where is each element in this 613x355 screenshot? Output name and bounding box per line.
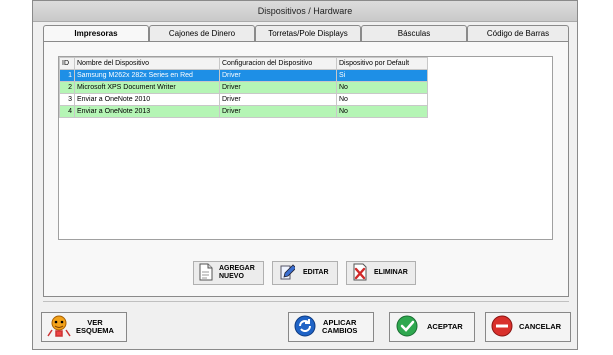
aceptar-label: ACEPTAR [427,322,463,331]
tab-codigo-de-barras[interactable]: Código de Barras [467,25,569,41]
ver-label-line2: ESQUEMA [76,326,114,335]
tab-torretas-pole-displays[interactable]: Torretas/Pole Displays [255,25,361,41]
eliminar-button[interactable]: ELIMINAR [346,261,416,285]
table-header-row: ID Nombre del Dispositivo Configuracion … [59,57,428,70]
aplicar-cambios-button[interactable]: APLICAR CAMBIOS [288,312,374,342]
column-header-nombre[interactable]: Nombre del Dispositivo [74,57,220,70]
row-id: 2 [59,81,75,94]
row-device-config: Driver [219,105,337,118]
tab-impresoras[interactable]: Impresoras [43,25,149,42]
check-circle-icon [396,315,418,339]
row-device-default: Si [336,69,428,82]
editar-button[interactable]: EDITAR [272,261,338,285]
row-device-name: Samsung M262x 282x Series en Red [74,69,220,82]
devices-table: ID Nombre del Dispositivo Configuracion … [59,57,428,118]
tab-bar: Impresoras Cajones de Dinero Torretas/Po… [43,25,569,42]
column-header-id[interactable]: ID [59,57,75,70]
row-device-default: No [336,93,428,106]
minus-circle-icon [491,315,513,339]
row-device-name: Enviar a OneNote 2010 [74,93,220,106]
refresh-circle-icon [294,315,316,339]
tab-cajones-de-dinero[interactable]: Cajones de Dinero [149,25,255,41]
agregar-label-line2: NUEVO [219,273,244,280]
table-row[interactable]: 2 Microsoft XPS Document Writer Driver N… [59,81,428,94]
editar-label: EDITAR [303,269,329,276]
column-header-configuracion[interactable]: Configuracion del Dispositivo [219,57,337,70]
row-device-name: Enviar a OneNote 2013 [74,105,220,118]
cancelar-label: CANCELAR [519,322,562,331]
tab-panel-impresoras: ID Nombre del Dispositivo Configuracion … [43,41,569,297]
row-device-config: Driver [219,93,337,106]
row-id: 1 [59,69,75,82]
edit-pencil-icon [279,263,297,283]
devices-window: Dispositivos / Hardware Impresoras Cajon… [32,0,578,350]
row-device-default: No [336,105,428,118]
table-row[interactable]: 4 Enviar a OneNote 2013 Driver No [59,105,428,118]
footer-separator [43,301,569,302]
column-header-default[interactable]: Dispositivo por Default [336,57,428,70]
delete-x-icon [352,263,368,283]
row-device-default: No [336,81,428,94]
tab-basculas[interactable]: Básculas [361,25,467,41]
eliminar-label: ELIMINAR [374,269,408,276]
document-add-icon [198,263,214,283]
aplicar-label-line2: CAMBIOS [322,326,358,335]
table-row[interactable]: 1 Samsung M262x 282x Series en Red Drive… [59,69,428,82]
row-id: 3 [59,93,75,106]
window-title: Dispositivos / Hardware [33,1,577,22]
agregar-nuevo-button[interactable]: AGREGAR NUEVO [193,261,264,285]
aceptar-button[interactable]: ACEPTAR [389,312,475,342]
cancelar-button[interactable]: CANCELAR [485,312,571,342]
agregar-label-line1: AGREGAR [219,265,255,272]
row-device-name: Microsoft XPS Document Writer [74,81,220,94]
row-device-config: Driver [219,69,337,82]
ver-esquema-button[interactable]: VER ESQUEMA [41,312,127,342]
table-row[interactable]: 3 Enviar a OneNote 2010 Driver No [59,93,428,106]
row-device-config: Driver [219,81,337,94]
row-id: 4 [59,105,75,118]
cartoon-person-icon [46,314,72,340]
devices-grid[interactable]: ID Nombre del Dispositivo Configuracion … [58,56,553,240]
